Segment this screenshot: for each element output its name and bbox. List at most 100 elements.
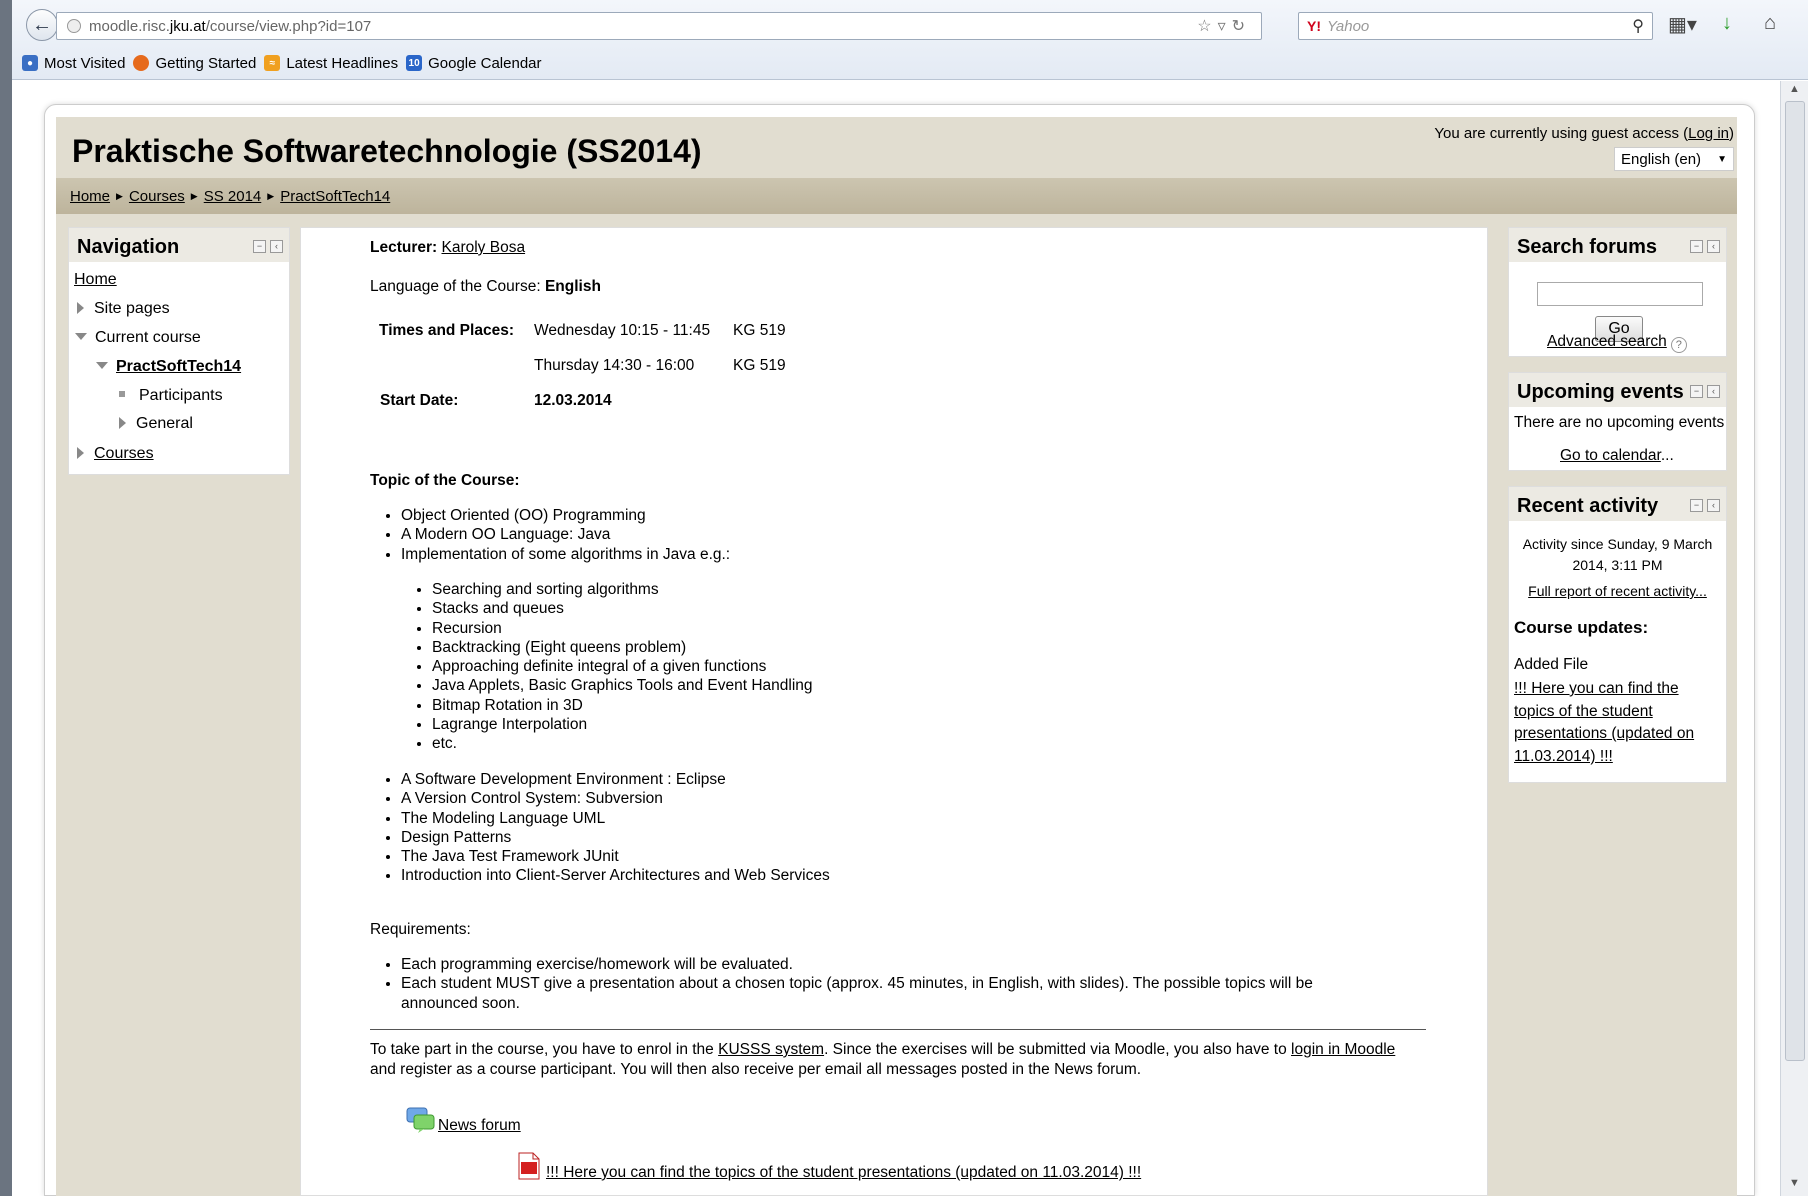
breadcrumb-home[interactable]: Home: [70, 188, 110, 205]
nav-label: General: [136, 415, 193, 432]
activity-since: Activity since Sunday, 9 March 2014, 3:1…: [1509, 534, 1726, 576]
expand-arrow-icon[interactable]: [77, 447, 84, 459]
collapse-arrow-icon[interactable]: [96, 362, 108, 369]
recent-activity-block: Recent activity − ‹ Activity since Sunda…: [1508, 486, 1727, 783]
start-label: Start Date:: [380, 392, 459, 409]
block-header: Recent activity − ‹: [1509, 487, 1726, 521]
site-identity-icon[interactable]: [67, 19, 81, 33]
requirements-list: Each programming exercise/homework will …: [370, 955, 1313, 1013]
rss-icon: ≈: [264, 55, 281, 71]
requirements-label: Requirements:: [370, 921, 471, 938]
enrol-text: . Since the exercises will be submitted …: [824, 1041, 1292, 1058]
block-header: Search forums − ‹: [1509, 228, 1726, 262]
expand-arrow-icon[interactable]: [77, 302, 84, 314]
block-title: Search forums: [1517, 236, 1658, 258]
block-controls: − ‹: [1690, 240, 1720, 253]
back-arrow-icon: ←: [32, 13, 52, 36]
yahoo-logo[interactable]: Y!: [1307, 18, 1321, 34]
search-forums-input[interactable]: [1537, 282, 1703, 306]
history-dropdown-icon[interactable]: ▿: [1218, 18, 1232, 35]
nav-home-link[interactable]: Home: [74, 271, 117, 288]
collapse-icon[interactable]: −: [1690, 499, 1703, 512]
list-item: Stacks and queues: [432, 599, 813, 618]
scroll-down-icon[interactable]: ▼: [1789, 1177, 1800, 1189]
dock-icon[interactable]: ‹: [270, 240, 283, 253]
bookmarks-toolbar: ● Most Visited Getting Started ≈ Latest …: [22, 52, 550, 74]
url-actions: ☆▿↻: [1197, 16, 1251, 36]
search-glass-icon[interactable]: ⚲: [1632, 16, 1644, 36]
list-item: Introduction into Client-Server Architec…: [401, 866, 830, 885]
navigation-block: Navigation − ‹ Home Site pages Current c…: [68, 227, 290, 475]
url-host: jku.at: [169, 17, 206, 35]
scroll-up-icon[interactable]: ▲: [1789, 83, 1800, 95]
moodle-login-link[interactable]: login in Moodle: [1291, 1041, 1395, 1058]
list-item: Backtracking (Eight queens problem): [432, 638, 813, 657]
dock-icon[interactable]: ‹: [1707, 499, 1720, 512]
breadcrumb-course[interactable]: PractSoftTech14: [280, 188, 390, 205]
login-link[interactable]: Log in: [1688, 125, 1729, 142]
calendar-line: Go to calendar...: [1560, 447, 1674, 465]
presentation-topics-link[interactable]: !!! Here you can find the topics of the …: [546, 1164, 1141, 1181]
breadcrumb-separator-icon: ▶: [267, 190, 275, 201]
collapse-icon[interactable]: −: [253, 240, 266, 253]
req2-line1: Each student MUST give a presentation ab…: [401, 975, 1313, 993]
advanced-search-link[interactable]: Advanced search: [1547, 333, 1667, 350]
scrollbar-thumb[interactable]: [1785, 101, 1805, 1061]
expand-arrow-icon[interactable]: [119, 417, 126, 429]
news-forum-activity[interactable]: News forum: [406, 1106, 521, 1135]
collapse-icon[interactable]: −: [1690, 240, 1703, 253]
collapse-icon[interactable]: −: [1690, 385, 1703, 398]
nav-site-pages[interactable]: Site pages: [77, 300, 170, 318]
breadcrumb-separator-icon: ▶: [116, 190, 123, 201]
recent-file-link[interactable]: !!! Here you can find the topics of the s…: [1514, 680, 1694, 765]
news-forum-link[interactable]: News forum: [438, 1117, 521, 1134]
block-controls: − ‹: [253, 240, 283, 253]
nav-courses-link[interactable]: Courses: [94, 445, 154, 462]
nav-label: Site pages: [94, 300, 170, 317]
nav-course[interactable]: PractSoftTech14: [96, 358, 241, 376]
nav-participants[interactable]: Participants: [119, 387, 223, 405]
back-button[interactable]: ←: [26, 9, 58, 41]
guest-text: You are currently using guest access (: [1434, 125, 1689, 142]
bookmark-google-calendar[interactable]: 10 Google Calendar: [406, 55, 542, 72]
reload-icon[interactable]: ↻: [1232, 18, 1251, 35]
bookmark-getting-started[interactable]: Getting Started: [133, 55, 256, 72]
collapse-arrow-icon[interactable]: [75, 333, 87, 340]
lecturer-link[interactable]: Karoly Bosa: [442, 239, 526, 256]
kusss-link[interactable]: KUSSS system: [718, 1041, 824, 1058]
search-box[interactable]: Y! Yahoo ⚲: [1298, 12, 1653, 40]
nav-general[interactable]: General: [119, 415, 193, 433]
home-icon[interactable]: ⌂: [1764, 12, 1776, 35]
go-to-calendar-link[interactable]: Go to calendar: [1560, 447, 1661, 464]
breadcrumb-ss2014[interactable]: SS 2014: [204, 188, 262, 205]
language-label: Language of the Course:: [370, 278, 541, 295]
nav-courses[interactable]: Courses: [77, 445, 154, 463]
full-report-link[interactable]: Full report of recent activity...: [1528, 583, 1707, 599]
nav-home[interactable]: Home: [74, 271, 117, 289]
list-item: A Software Development Environment : Ecl…: [401, 770, 830, 789]
page-menu-icon[interactable]: ▦▾: [1668, 12, 1697, 37]
breadcrumb-courses[interactable]: Courses: [129, 188, 185, 205]
breadcrumb: Home ▶ Courses ▶ SS 2014 ▶ PractSoftTech14: [56, 178, 1737, 214]
file-resource-activity[interactable]: !!! Here you can find the topics of the …: [516, 1152, 1141, 1182]
list-item: Design Patterns: [401, 828, 830, 847]
nav-course-link[interactable]: PractSoftTech14: [116, 358, 241, 375]
bookmark-star-icon[interactable]: ☆: [1197, 18, 1217, 35]
help-icon[interactable]: ?: [1670, 337, 1687, 353]
topics-list-2: A Software Development Environment : Ecl…: [370, 770, 830, 886]
list-item: Each student MUST give a presentation ab…: [401, 974, 1313, 1013]
nav-current-course[interactable]: Current course: [75, 329, 201, 347]
address-bar[interactable]: moodle.risc. jku.at/course/view.php?id=10…: [56, 12, 1262, 40]
list-item: The Modeling Language UML: [401, 809, 830, 828]
algorithms-sublist: Searching and sorting algorithmsStacks a…: [401, 580, 813, 754]
language-select[interactable]: English (en) ▼: [1614, 147, 1734, 171]
bookmark-most-visited[interactable]: ● Most Visited: [22, 55, 125, 72]
language-value: English (en): [1621, 150, 1702, 168]
vertical-scrollbar[interactable]: ▲ ▼: [1780, 81, 1808, 1196]
bullet-icon: [119, 391, 125, 397]
bookmark-latest-headlines[interactable]: ≈ Latest Headlines: [264, 55, 398, 72]
dock-icon[interactable]: ‹: [1707, 385, 1720, 398]
dock-icon[interactable]: ‹: [1707, 240, 1720, 253]
download-icon[interactable]: ↓: [1722, 12, 1732, 35]
topics-list: Object Oriented (OO) ProgrammingA Modern…: [370, 506, 730, 564]
